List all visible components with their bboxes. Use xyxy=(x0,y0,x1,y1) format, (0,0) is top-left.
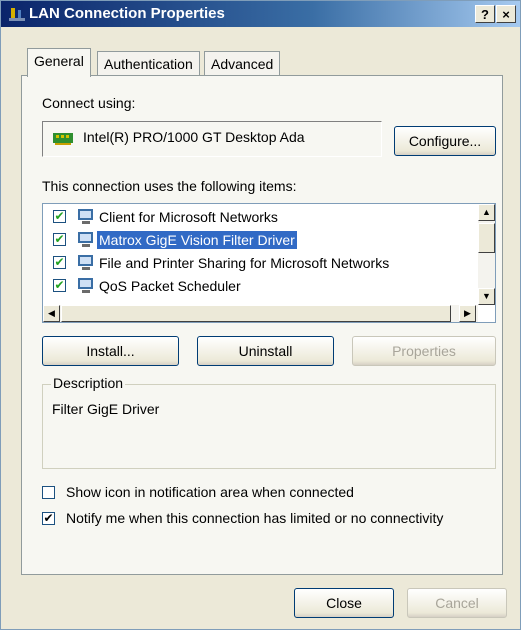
item-label: File and Printer Sharing for Microsoft N… xyxy=(99,255,390,271)
close-window-button[interactable]: × xyxy=(496,5,516,23)
close-button[interactable]: Close xyxy=(294,588,394,618)
cancel-button[interactable]: Cancel xyxy=(407,588,507,618)
adapter-field: Intel(R) PRO/1000 GT Desktop Ada xyxy=(42,121,382,157)
computer-icon xyxy=(78,255,93,270)
notify-label[interactable]: Notify me when this connection has limit… xyxy=(66,510,443,526)
properties-dialog: LAN Connection Properties ? × General Au… xyxy=(0,0,521,630)
scroll-down-icon[interactable]: ▼ xyxy=(478,288,495,305)
description-legend: Description xyxy=(51,375,126,391)
scroll-up-icon[interactable]: ▲ xyxy=(478,204,495,221)
show-icon-checkbox[interactable] xyxy=(42,486,55,499)
configure-button[interactable]: Configure... xyxy=(394,126,496,156)
uninstall-button[interactable]: Uninstall xyxy=(197,336,334,366)
horizontal-scroll-thumb[interactable] xyxy=(61,305,451,322)
computer-icon xyxy=(78,209,93,224)
item-checkbox[interactable]: ✔ xyxy=(53,233,66,246)
show-icon-label[interactable]: Show icon in notification area when conn… xyxy=(66,484,354,500)
adapter-name: Intel(R) PRO/1000 GT Desktop Ada xyxy=(83,129,305,145)
scroll-right-icon[interactable]: ▶ xyxy=(459,305,476,322)
window-title: LAN Connection Properties xyxy=(29,5,225,22)
horizontal-scrollbar[interactable]: ◀ ▶ xyxy=(43,305,478,322)
computer-icon xyxy=(78,232,93,247)
network-connection-icon xyxy=(9,8,25,21)
item-checkbox[interactable]: ✔ xyxy=(53,279,66,292)
network-adapter-icon xyxy=(53,133,73,145)
list-item[interactable]: ✔ Client for Microsoft Networks xyxy=(43,206,476,228)
item-label: Client for Microsoft Networks xyxy=(99,209,278,225)
vertical-scrollbar[interactable]: ▲ ▼ xyxy=(478,204,495,305)
description-group xyxy=(42,384,496,469)
item-label: Matrox GigE Vision Filter Driver xyxy=(97,231,297,249)
notify-checkbox[interactable]: ✔ xyxy=(42,512,55,525)
scroll-left-icon[interactable]: ◀ xyxy=(43,305,60,322)
list-item[interactable]: ✔ File and Printer Sharing for Microsoft… xyxy=(43,252,476,274)
item-checkbox[interactable]: ✔ xyxy=(53,256,66,269)
items-label: This connection uses the following items… xyxy=(42,178,297,194)
computer-icon xyxy=(78,278,93,293)
properties-button[interactable]: Properties xyxy=(352,336,496,366)
scroll-thumb[interactable] xyxy=(478,223,495,253)
item-label: QoS Packet Scheduler xyxy=(99,278,241,294)
components-list[interactable]: ✔ Client for Microsoft Networks ✔ Matrox… xyxy=(42,203,496,323)
title-bar[interactable]: LAN Connection Properties ? × xyxy=(1,1,520,27)
list-item[interactable]: ✔ QoS Packet Scheduler xyxy=(43,275,476,297)
tab-advanced[interactable]: Advanced xyxy=(204,51,281,75)
help-button[interactable]: ? xyxy=(475,5,495,23)
install-button[interactable]: Install... xyxy=(42,336,179,366)
item-checkbox[interactable]: ✔ xyxy=(53,210,66,223)
list-item[interactable]: ✔ Matrox GigE Vision Filter Driver xyxy=(43,229,476,251)
tab-authentication[interactable]: Authentication xyxy=(97,51,200,75)
connect-using-label: Connect using: xyxy=(42,95,136,111)
tab-general[interactable]: General xyxy=(27,48,91,77)
description-text: Filter GigE Driver xyxy=(52,401,160,417)
